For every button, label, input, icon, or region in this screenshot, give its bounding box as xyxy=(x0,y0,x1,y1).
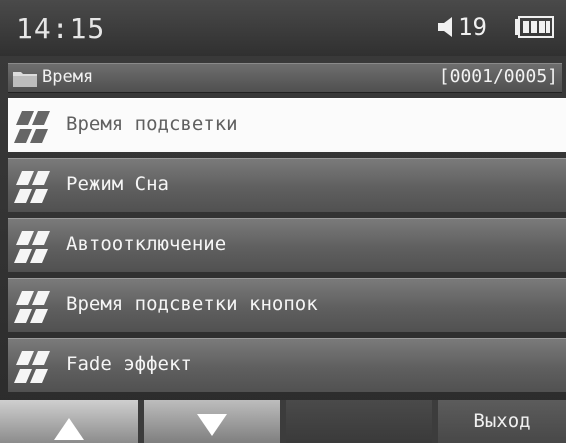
blank-softkey xyxy=(286,400,432,443)
menu-item-label: Время подсветки xyxy=(66,113,238,135)
grid-icon xyxy=(14,111,50,143)
folder-icon xyxy=(13,72,37,87)
scroll-down-button[interactable] xyxy=(144,400,280,443)
grid-icon xyxy=(14,291,50,323)
menu-item-button-backlight-time[interactable]: Время подсветки кнопок xyxy=(8,278,566,332)
grid-icon xyxy=(14,351,50,383)
scroll-up-button[interactable] xyxy=(0,400,138,443)
page-counter: [0001/0005] xyxy=(438,66,558,87)
volume-value: 19 xyxy=(458,13,487,41)
menu-header: Время [0001/0005] xyxy=(8,63,562,93)
grid-icon xyxy=(14,171,50,203)
exit-button[interactable]: Выход xyxy=(438,400,566,443)
menu-item-label: Время подсветки кнопок xyxy=(66,293,318,315)
status-bar: 14:15 19 xyxy=(0,0,566,56)
menu-item-label: Автоотключение xyxy=(66,233,227,255)
menu-title: Время xyxy=(42,67,94,87)
exit-label: Выход xyxy=(473,410,531,432)
menu-item-label: Fade эффект xyxy=(66,353,192,375)
arrow-up-icon xyxy=(54,418,84,440)
speaker-icon xyxy=(438,17,452,37)
menu-item-auto-off[interactable]: Автоотключение xyxy=(8,218,566,272)
arrow-down-icon xyxy=(197,414,227,436)
battery-icon xyxy=(515,16,554,38)
softkey-bar: Выход xyxy=(0,400,566,443)
grid-icon xyxy=(14,231,50,263)
menu-item-sleep-mode[interactable]: Режим Сна xyxy=(8,158,566,212)
clock: 14:15 xyxy=(16,12,106,45)
menu-item-label: Режим Сна xyxy=(66,173,169,195)
menu-item-fade-effect[interactable]: Fade эффект xyxy=(8,338,566,392)
menu-item-backlight-time[interactable]: Время подсветки xyxy=(8,98,566,152)
settings-menu: Время подсветки Режим Сна Автоотключение xyxy=(8,98,566,398)
volume-indicator: 19 xyxy=(438,12,487,42)
device-screen: 14:15 19 Время [0001/0005] Время подсвет… xyxy=(0,0,566,443)
